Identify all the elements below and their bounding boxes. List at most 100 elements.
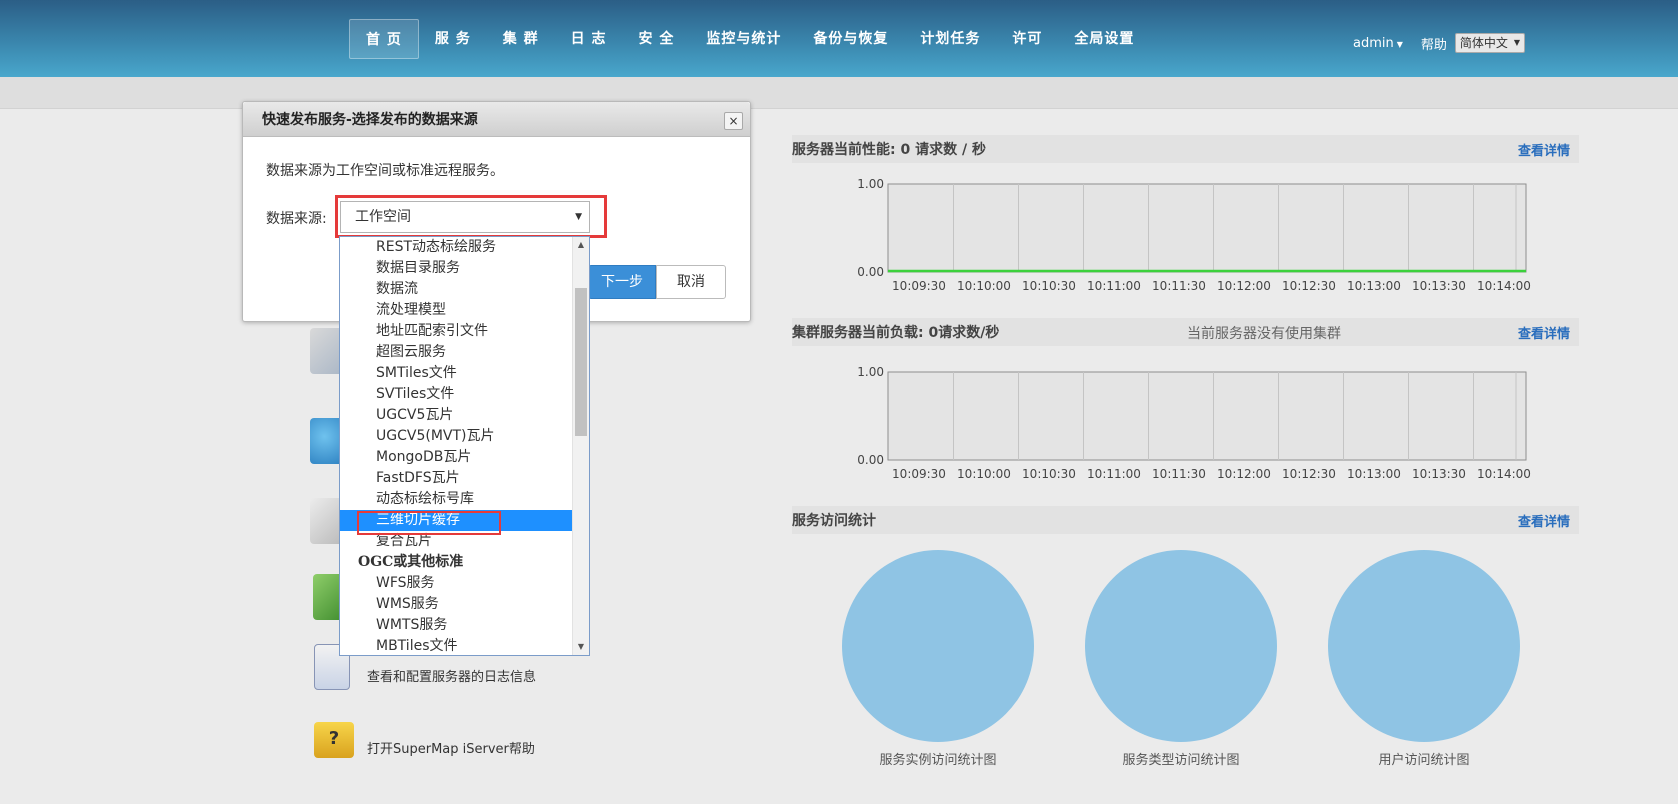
nav-item[interactable]: 监控与统计 xyxy=(690,19,797,59)
plot-area xyxy=(887,183,1527,273)
nav-item[interactable]: 计划任务 xyxy=(904,19,996,59)
y-tick-label: 1.00 xyxy=(857,365,884,379)
nav-item[interactable]: 全局设置 xyxy=(1058,19,1150,59)
x-tick-label: 10:10:30 xyxy=(1022,279,1076,293)
next-button[interactable]: 下一步 xyxy=(588,265,656,299)
x-tick-label: 10:12:30 xyxy=(1282,467,1336,481)
x-tick-label: 10:11:30 xyxy=(1152,279,1206,293)
x-tick-label: 10:13:30 xyxy=(1412,467,1466,481)
quick-link-log[interactable]: 查看和配置服务器的日志信息 xyxy=(367,666,536,685)
nav-item[interactable]: 安 全 xyxy=(623,19,691,59)
language-value: 简体中文 xyxy=(1459,36,1508,50)
x-tick-label: 10:13:00 xyxy=(1347,467,1401,481)
dropdown-option[interactable]: MongoDB瓦片 xyxy=(340,447,573,468)
dropdown-option[interactable]: SMTiles文件 xyxy=(340,363,573,384)
dropdown-option[interactable]: MBTiles文件 xyxy=(340,636,573,655)
nav-item[interactable]: 备份与恢复 xyxy=(797,19,904,59)
x-tick-label: 10:11:00 xyxy=(1087,467,1141,481)
x-tick-label: 10:09:30 xyxy=(892,467,946,481)
dropdown-option[interactable]: 数据流 xyxy=(340,279,573,300)
y-tick-label: 1.00 xyxy=(857,177,884,191)
select-highlight-box xyxy=(335,195,607,238)
data-source-dropdown[interactable]: REST动态标绘服务 数据目录服务 数据流 流处理模型 地址匹配索引文件 超图云服务 SMT… xyxy=(339,236,590,656)
y-tick-label: 0.00 xyxy=(857,265,884,279)
dialog-description: 数据来源为工作空间或标准远程服务。 xyxy=(266,163,504,179)
dropdown-option[interactable]: REST动态标绘服务 xyxy=(340,237,573,258)
performance-panel-header: 服务器当前性能: 0 请求数 / 秒 查看详情 xyxy=(792,135,1579,163)
pie-label: 服务实例访问统计图 xyxy=(879,753,997,768)
stats-pies: 服务实例访问统计图 服务类型访问统计图 用户访问统计图 xyxy=(792,548,1579,768)
dropdown-list: REST动态标绘服务 数据目录服务 数据流 流处理模型 地址匹配索引文件 超图云服务 SMT… xyxy=(340,237,573,655)
dropdown-group-label: OGC或其他标准 xyxy=(358,554,464,570)
dropdown-scrollbar[interactable]: ▲ ▼ xyxy=(572,237,589,655)
pie-service-instance[interactable]: 服务实例访问统计图 xyxy=(838,550,1038,768)
close-icon[interactable]: × xyxy=(724,112,743,130)
x-tick-label: 10:13:30 xyxy=(1412,279,1466,293)
nav-item[interactable]: 许可 xyxy=(996,19,1058,59)
pie-chart xyxy=(1085,550,1277,742)
x-tick-label: 10:14:00 xyxy=(1477,279,1531,293)
pie-chart xyxy=(842,550,1034,742)
stats-details-link[interactable]: 查看详情 xyxy=(1518,511,1570,530)
nav-item[interactable]: 服 务 xyxy=(419,19,487,59)
plot-area xyxy=(887,371,1527,461)
nav-item[interactable]: 日 志 xyxy=(555,19,623,59)
dropdown-option[interactable]: UGCV5(MVT)瓦片 xyxy=(340,426,573,447)
user-menu[interactable]: admin ▼ xyxy=(1353,36,1403,51)
caret-down-icon: ▼ xyxy=(1396,39,1403,49)
cluster-note: 当前服务器没有使用集群 xyxy=(1187,326,1341,342)
cluster-title: 集群服务器当前负载: 0请求数/秒 xyxy=(792,325,1000,341)
x-tick-label: 10:14:00 xyxy=(1477,467,1531,481)
x-tick-label: 10:09:30 xyxy=(892,279,946,293)
user-area: admin ▼ 帮助 简体中文 ▼ xyxy=(1353,33,1526,53)
dropdown-option[interactable]: UGCV5瓦片 xyxy=(340,405,573,426)
cluster-chart-svg: 10:09:30 10:10:00 10:10:30 10:11:00 10:11:30… xyxy=(857,365,1531,481)
pie-service-type[interactable]: 服务类型访问统计图 xyxy=(1081,550,1281,768)
stats-panel-header: 服务访问统计 查看详情 xyxy=(792,506,1579,534)
x-tick-label: 10:12:30 xyxy=(1282,279,1336,293)
data-source-label: 数据来源: xyxy=(266,211,327,227)
dropdown-option[interactable]: 地址匹配索引文件 xyxy=(340,321,573,342)
dropdown-option[interactable]: 数据目录服务 xyxy=(340,258,573,279)
cluster-chart: 10:09:30 10:10:00 10:10:30 10:11:00 10:11:30… xyxy=(792,356,1579,486)
dropdown-option[interactable]: 三维切片缓存 xyxy=(340,510,573,531)
dropdown-option[interactable]: SVTiles文件 xyxy=(340,384,573,405)
x-tick-label: 10:13:00 xyxy=(1347,279,1401,293)
language-select[interactable]: 简体中文 ▼ xyxy=(1454,33,1526,53)
dialog-title: 快速发布服务-选择发布的数据来源 xyxy=(262,112,478,128)
user-name: admin xyxy=(1353,35,1394,51)
pie-label: 用户访问统计图 xyxy=(1378,753,1470,768)
nav-item[interactable]: 集 群 xyxy=(487,19,555,59)
x-tick-label: 10:10:00 xyxy=(957,279,1011,293)
performance-chart-svg: 10:09:30 10:10:00 10:10:30 10:11:00 10:11:30… xyxy=(857,177,1531,293)
help-link[interactable]: 帮助 xyxy=(1421,34,1447,53)
performance-title: 服务器当前性能: 0 请求数 / 秒 xyxy=(792,142,986,158)
dropdown-option[interactable]: 复合瓦片 xyxy=(340,531,573,552)
x-tick-label: 10:10:00 xyxy=(957,467,1011,481)
pie-chart xyxy=(1328,550,1520,742)
dropdown-option[interactable]: WMS服务 xyxy=(340,594,573,615)
scroll-thumb[interactable] xyxy=(575,288,587,436)
dropdown-option[interactable]: FastDFS瓦片 xyxy=(340,468,573,489)
cancel-button[interactable]: 取消 xyxy=(656,265,726,299)
pie-label: 服务类型访问统计图 xyxy=(1122,753,1240,768)
dropdown-option[interactable]: WMTS服务 xyxy=(340,615,573,636)
nav-item[interactable]: 首 页 xyxy=(349,19,419,59)
x-tick-label: 10:11:30 xyxy=(1152,467,1206,481)
dropdown-option[interactable]: 动态标绘标号库 xyxy=(340,489,573,510)
dropdown-option[interactable]: WFS服务 xyxy=(340,573,573,594)
dropdown-option[interactable]: 超图云服务 xyxy=(340,342,573,363)
help-folder-icon[interactable]: ? xyxy=(314,722,354,758)
quick-link-help[interactable]: 打开SuperMap iServer帮助 xyxy=(367,738,535,757)
cluster-details-link[interactable]: 查看详情 xyxy=(1518,323,1570,342)
x-tick-label: 10:12:00 xyxy=(1217,467,1271,481)
performance-details-link[interactable]: 查看详情 xyxy=(1518,140,1570,159)
pie-user-access[interactable]: 用户访问统计图 xyxy=(1324,550,1524,768)
x-tick-label: 10:10:30 xyxy=(1022,467,1076,481)
scroll-up-icon[interactable]: ▲ xyxy=(573,237,589,253)
caret-down-icon: ▼ xyxy=(1513,38,1521,47)
scroll-down-icon[interactable]: ▼ xyxy=(573,639,589,655)
performance-chart: 10:09:30 10:10:00 10:10:30 10:11:00 10:11:30… xyxy=(792,168,1579,298)
dropdown-option[interactable]: 流处理模型 xyxy=(340,300,573,321)
y-tick-label: 0.00 xyxy=(857,453,884,467)
